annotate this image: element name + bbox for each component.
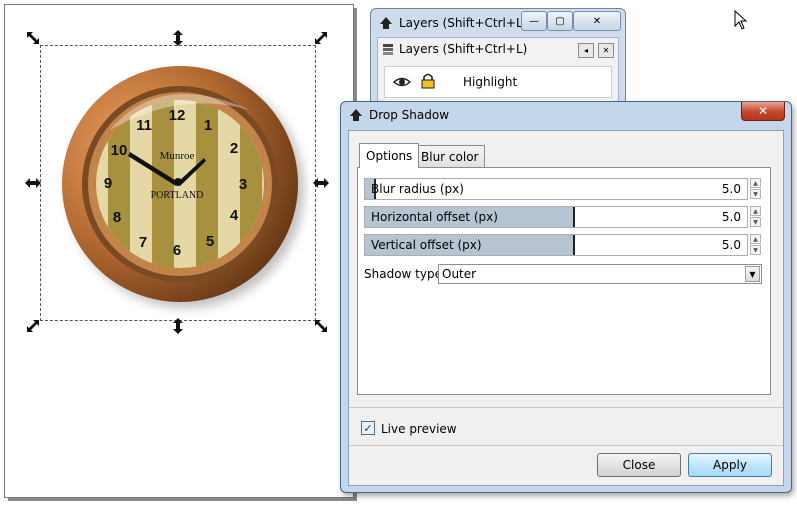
dialog-titlebar[interactable]: Drop Shadow (349, 108, 449, 122)
page-shadow-bottom (8, 498, 357, 501)
up-arrow-icon: ▲ (753, 235, 758, 243)
dialog-title: Drop Shadow (369, 108, 450, 122)
decrement-button[interactable]: ▼ (750, 245, 761, 255)
mouse-cursor-icon (734, 10, 748, 30)
live-preview-label: Live preview (381, 422, 457, 436)
tab-label: Blur color (421, 149, 479, 164)
blur-radius-spinner: ▲ ▼ (750, 178, 762, 200)
panel-collapse-button[interactable]: ◂ (578, 43, 594, 58)
increment-button[interactable]: ▲ (750, 206, 761, 216)
layer-row[interactable]: Highlight (384, 66, 612, 98)
shadow-type-value: Outer (442, 267, 477, 281)
down-arrow-icon: ▼ (753, 190, 758, 198)
vertical-offset-field[interactable]: Vertical offset (px) 5.0 (364, 234, 748, 256)
horizontal-offset-label: Horizontal offset (px) (371, 210, 498, 224)
dialog-body: Options Blur color Blur radius (px) 5.0 … (348, 130, 784, 486)
blur-radius-row: Blur radius (px) 5.0 ▲ ▼ (364, 178, 762, 200)
numeral: 5 (206, 233, 214, 250)
inkscape-icon (380, 17, 392, 29)
shadow-type-label: Shadow type: (364, 267, 447, 281)
maximize-button[interactable]: ▢ (547, 11, 573, 31)
vertical-offset-label: Vertical offset (px) (371, 238, 482, 252)
maximize-icon: ▢ (555, 15, 565, 27)
horizontal-offset-row: Horizontal offset (px) 5.0 ▲ ▼ (364, 206, 762, 228)
up-arrow-icon: ▲ (753, 179, 758, 187)
apply-button[interactable]: Apply (688, 453, 772, 477)
tab-blur-color[interactable]: Blur color (414, 145, 486, 167)
eye-icon[interactable] (393, 75, 411, 89)
layers-window-title: Layers (Shift+Ctrl+L) (399, 16, 528, 30)
shadow-type-select[interactable]: Outer ▼ (438, 264, 762, 284)
collapse-icon: ◂ (583, 46, 588, 55)
clock-brand-top: Munroe (160, 150, 195, 162)
vertical-offset-spinner: ▲ ▼ (750, 234, 762, 256)
resize-handle-left[interactable] (25, 175, 41, 191)
resize-handle-right[interactable] (313, 175, 329, 191)
resize-handle-top[interactable] (170, 30, 186, 46)
increment-button[interactable]: ▲ (750, 234, 761, 244)
blur-radius-field[interactable]: Blur radius (px) 5.0 (364, 178, 748, 200)
numeral: 7 (139, 234, 147, 251)
panel-close-button[interactable]: ✕ (598, 43, 614, 58)
close-button-label: Close (622, 458, 656, 472)
layers-window-close-button[interactable]: ✕ (573, 11, 621, 31)
numeral: 6 (173, 242, 181, 259)
down-arrow-icon: ▼ (753, 218, 758, 226)
horizontal-offset-spinner: ▲ ▼ (750, 206, 762, 228)
dialog-close-button[interactable]: ✕ (741, 102, 785, 121)
numeral: 3 (239, 176, 247, 193)
inkscape-icon (350, 109, 362, 121)
numeral: 10 (111, 142, 128, 159)
minimize-button[interactable]: — (521, 11, 547, 31)
layers-panel-header: Layers (Shift+Ctrl+L) (382, 42, 527, 56)
clock-drawing[interactable]: 12 1 2 3 4 5 6 7 8 9 10 11 Munroe PORTLA… (50, 60, 310, 320)
down-arrow-icon: ▼ (753, 246, 758, 254)
layers-panel-title: Layers (Shift+Ctrl+L) (399, 42, 528, 56)
layers-icon (383, 44, 393, 55)
separator (349, 445, 783, 446)
clock-brand-bottom: PORTLAND (151, 190, 204, 201)
resize-handle-top-left[interactable] (25, 30, 41, 46)
numeral: 1 (204, 117, 212, 134)
vertical-offset-value: 5.0 (721, 238, 741, 252)
numeral: 11 (136, 117, 152, 134)
numeral: 12 (169, 107, 186, 124)
resize-handle-bottom[interactable] (170, 318, 186, 334)
chevron-down-icon[interactable]: ▼ (745, 266, 760, 282)
horizontal-offset-field[interactable]: Horizontal offset (px) 5.0 (364, 206, 748, 228)
close-icon: ✕ (757, 104, 769, 118)
up-arrow-icon: ▲ (753, 207, 758, 215)
live-preview-checkbox[interactable]: ✓ (361, 421, 375, 435)
layers-window-titlebar[interactable]: Layers (Shift+Ctrl+L) (379, 13, 527, 33)
increment-button[interactable]: ▲ (750, 178, 761, 188)
minimize-icon: — (529, 15, 539, 27)
close-icon: ✕ (592, 15, 602, 27)
tab-label: Options (366, 149, 413, 163)
numeral: 9 (104, 175, 112, 192)
decrement-button[interactable]: ▼ (750, 189, 761, 199)
close-button[interactable]: Close (597, 453, 681, 477)
blur-radius-value: 5.0 (721, 182, 741, 196)
layers-window[interactable]: Layers (Shift+Ctrl+L) — ▢ ✕ Layers (Shif… (370, 8, 626, 115)
numeral: 2 (230, 140, 238, 157)
layer-name: Highlight (463, 75, 518, 89)
check-icon: ✓ (363, 421, 373, 435)
resize-handle-bottom-right[interactable] (313, 318, 329, 334)
options-panel: Blur radius (px) 5.0 ▲ ▼ Horizontal offs… (357, 167, 771, 395)
separator (349, 407, 783, 408)
blur-radius-label: Blur radius (px) (371, 182, 464, 196)
tab-options[interactable]: Options (359, 143, 420, 168)
vertical-offset-row: Vertical offset (px) 5.0 ▲ ▼ (364, 234, 762, 256)
drop-shadow-dialog[interactable]: Drop Shadow ✕ Options Blur color Blur ra… (340, 101, 792, 493)
lock-icon[interactable] (421, 73, 435, 89)
numeral: 8 (113, 209, 121, 226)
resize-handle-bottom-left[interactable] (25, 318, 41, 334)
horizontal-offset-value: 5.0 (721, 210, 741, 224)
decrement-button[interactable]: ▼ (750, 217, 761, 227)
close-icon: ✕ (602, 46, 610, 55)
numeral: 4 (230, 207, 239, 224)
apply-button-label: Apply (713, 458, 747, 472)
resize-handle-top-right[interactable] (313, 30, 329, 46)
shadow-type-row: Shadow type: Outer ▼ (364, 264, 764, 284)
